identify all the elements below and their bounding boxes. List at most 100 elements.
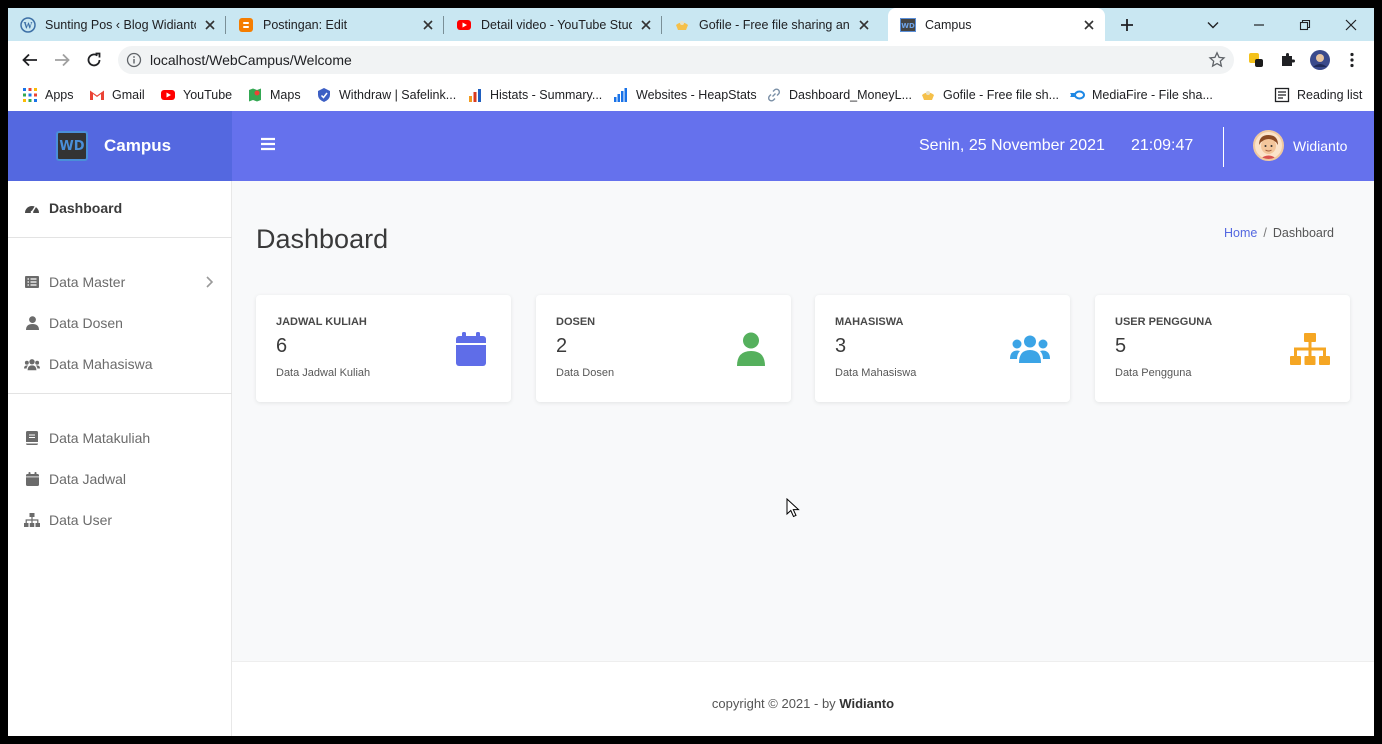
breadcrumb-home-link[interactable]: Home [1224, 226, 1257, 240]
bookmark-youtube[interactable]: YouTube [160, 86, 232, 104]
histats-icon [469, 89, 481, 102]
close-tab-icon[interactable] [638, 17, 654, 33]
address-bar[interactable]: localhost/WebCampus/Welcome [118, 46, 1234, 74]
close-tab-icon[interactable] [420, 17, 436, 33]
tab-youtube-studio[interactable]: Detail video - YouTube Studio [444, 8, 662, 41]
reading-list[interactable]: Reading list [1274, 86, 1362, 104]
tab-blogger[interactable]: Postingan: Edit [226, 8, 444, 41]
blogger-icon [239, 17, 253, 32]
reload-icon [87, 52, 101, 67]
card-title: USER PENGGUNA [1115, 316, 1213, 328]
arrow-left-icon [22, 53, 37, 67]
sidebar-item-data-user[interactable]: Data User [8, 508, 232, 532]
card-subtitle: Data Mahasiswa [835, 367, 917, 379]
tab-title: Sunting Pos ‹ Blog Widianto — WordPress [45, 17, 196, 32]
tab-search-button[interactable] [1202, 14, 1224, 36]
info-icon[interactable] [126, 52, 142, 68]
bookmarks-bar: Apps Gmail YouTube Maps Withdraw | Safel… [8, 79, 1374, 111]
back-button[interactable] [18, 48, 42, 72]
restore-button[interactable] [1294, 14, 1316, 36]
bookmark-safelink[interactable]: Withdraw | Safelink... [316, 86, 456, 104]
sidebar-item-label: Data Matakuliah [49, 430, 151, 446]
copyright-prefix: copyright © 2021 - by [711, 696, 836, 711]
mouse-cursor-icon [786, 498, 800, 518]
page-title: Dashboard [256, 224, 389, 254]
bookmark-heapstats[interactable]: Websites - HeapStats [613, 86, 757, 104]
bookmark-apps[interactable]: Apps [22, 86, 74, 104]
sidebar-item-data-master[interactable]: Data Master [8, 270, 232, 294]
hamburger-menu-icon[interactable] [260, 136, 276, 152]
mediafire-icon [1070, 90, 1085, 100]
more-vertical-icon [1350, 52, 1354, 68]
youtube-icon [161, 90, 175, 100]
close-window-button[interactable] [1340, 14, 1362, 36]
stat-card-mahasiswa[interactable]: MAHASISWA 3 Data Mahasiswa [815, 295, 1070, 402]
sidebar-item-data-dosen[interactable]: Data Dosen [8, 311, 232, 335]
bookmark-label: YouTube [183, 88, 233, 102]
user-name[interactable]: Widianto [1293, 138, 1347, 154]
sidebar-item-data-matakuliah[interactable]: Data Matakuliah [8, 426, 232, 450]
browser-toolbar: localhost/WebCampus/Welcome [8, 41, 1374, 79]
brand-header[interactable]: WD Campus [8, 111, 232, 181]
chevron-down-icon [1207, 22, 1219, 29]
users-icon [1010, 331, 1050, 367]
stat-card-jadwal-kuliah[interactable]: JADWAL KULIAH 6 Data Jadwal Kuliah [256, 295, 511, 402]
sidebar-divider [8, 393, 232, 394]
stat-card-user-pengguna[interactable]: USER PENGGUNA 5 Data Pengguna [1095, 295, 1350, 402]
logo: WD [56, 131, 88, 161]
bookmark-dashboard-moneyl[interactable]: Dashboard_MoneyL... [766, 86, 912, 104]
extensions-button[interactable] [1278, 50, 1298, 70]
restore-icon [1299, 19, 1311, 31]
new-tab-icon[interactable] [1116, 14, 1138, 36]
tab-title: Campus [925, 17, 972, 32]
sidebar-item-data-jadwal[interactable]: Data Jadwal [8, 467, 232, 491]
close-tab-icon[interactable] [202, 17, 218, 33]
svg-text:WD: WD [901, 22, 915, 30]
current-time: 21:09:47 [1131, 137, 1194, 154]
top-navbar: Senin, 25 November 2021 21:09:47 Widiant… [232, 111, 1374, 181]
bookmark-star-icon[interactable] [1208, 51, 1226, 69]
minimize-button[interactable] [1248, 14, 1270, 36]
book-icon [24, 430, 40, 446]
extension-badge-icon [1249, 53, 1263, 67]
close-tab-icon[interactable] [856, 17, 872, 33]
forward-button[interactable] [50, 48, 74, 72]
bookmark-gmail[interactable]: Gmail [89, 86, 145, 104]
calendar-icon [451, 331, 491, 367]
bookmark-maps[interactable]: Maps [247, 86, 301, 104]
sidebar-item-dashboard[interactable]: Dashboard [8, 196, 232, 220]
tab-gofile[interactable]: Gofile - Free file sharing and storage [662, 8, 880, 41]
card-title: DOSEN [556, 316, 596, 328]
sidebar-item-data-mahasiswa[interactable]: Data Mahasiswa [8, 352, 232, 376]
stat-card-dosen[interactable]: DOSEN 2 Data Dosen [536, 295, 791, 402]
bookmark-gofile[interactable]: Gofile - Free file sh... [920, 86, 1059, 104]
sidebar-item-label: Dashboard [49, 200, 123, 216]
bookmark-histats[interactable]: Histats - Summary... [467, 86, 602, 104]
bookmark-label: Gofile - Free file sh... [943, 88, 1060, 102]
bookmark-mediafire[interactable]: MediaFire - File sha... [1069, 86, 1213, 104]
reload-button[interactable] [82, 48, 106, 72]
tab-campus[interactable]: WD Campus [888, 8, 1105, 41]
extension-button[interactable] [1246, 50, 1266, 70]
user-avatar[interactable] [1253, 130, 1284, 161]
sidebar-item-label: Data Master [49, 274, 126, 290]
card-subtitle: Data Jadwal Kuliah [276, 367, 371, 379]
close-tab-icon[interactable] [1081, 17, 1097, 33]
safelink-icon [318, 88, 330, 102]
bookmark-label: Reading list [1297, 88, 1363, 102]
minimize-icon [1254, 24, 1264, 26]
card-title: MAHASISWA [835, 316, 904, 328]
navbar-divider [1223, 127, 1224, 167]
url-text: localhost/WebCampus/Welcome [150, 52, 352, 68]
sidebar-divider [8, 237, 232, 238]
link-icon [767, 88, 781, 102]
card-value: 3 [835, 335, 847, 357]
card-value: 2 [556, 335, 568, 357]
profile-button[interactable] [1310, 50, 1330, 70]
tab-wordpress[interactable]: W Sunting Pos ‹ Blog Widianto — WordPres… [8, 8, 226, 41]
menu-button[interactable] [1342, 50, 1362, 70]
bookmark-label: Dashboard_MoneyL... [789, 88, 912, 102]
avatar-face-icon [1259, 135, 1278, 159]
wordpress-icon: W [20, 16, 36, 33]
tab-title: Postingan: Edit [263, 17, 348, 32]
